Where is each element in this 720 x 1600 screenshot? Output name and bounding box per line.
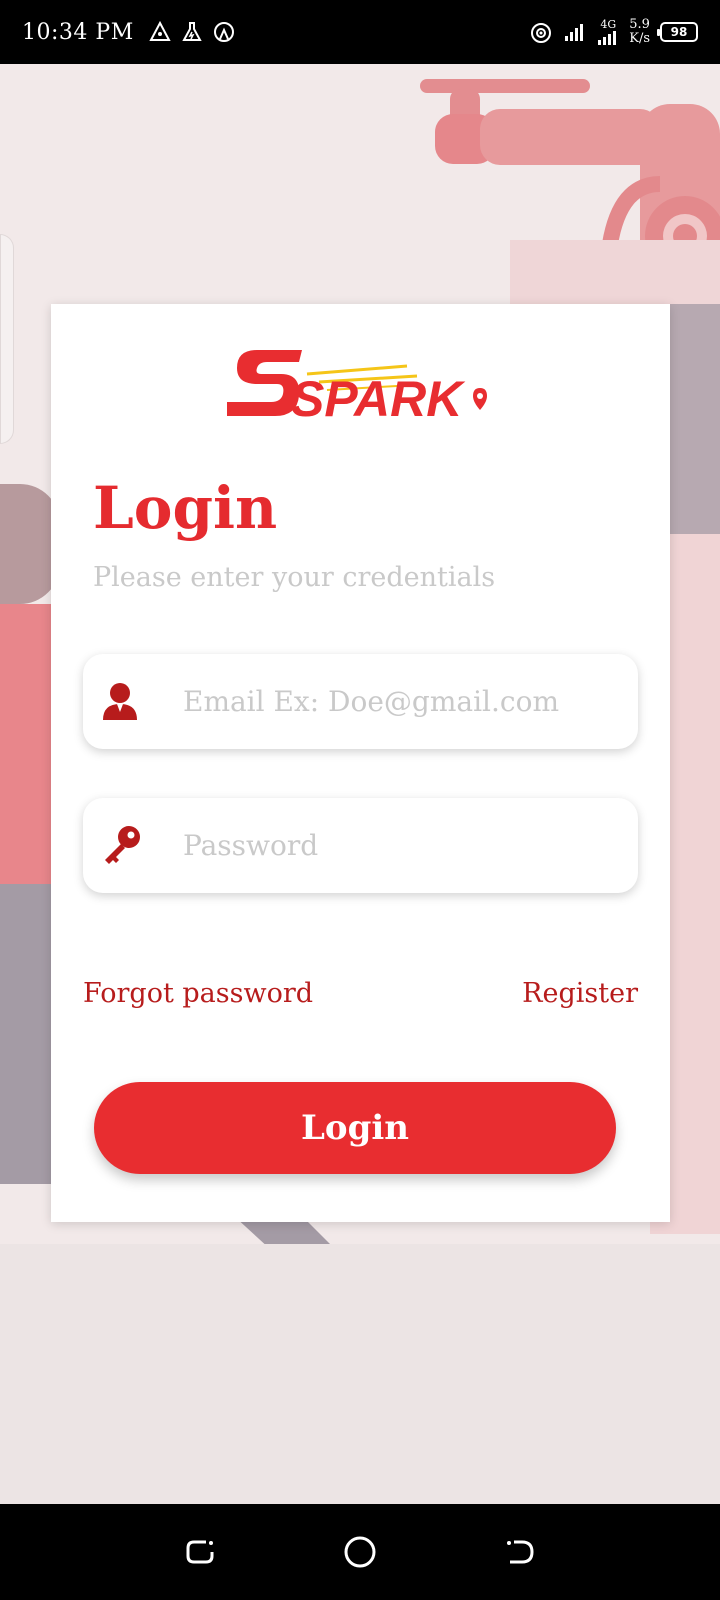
network-type-label: 4G: [600, 17, 617, 31]
flask-icon: [182, 22, 202, 41]
signal-2-icon: [598, 30, 617, 45]
battery-icon: 98: [657, 22, 698, 42]
home-icon: [344, 1536, 376, 1568]
speed-unit: K/s: [629, 31, 650, 46]
network-type: 4G: [597, 19, 619, 46]
email-field[interactable]: [83, 654, 638, 749]
logo-text: SPARK: [291, 371, 466, 427]
key-icon: [105, 826, 140, 864]
wifi-hotspot-icon: [531, 23, 552, 43]
login-subtitle: Please enter your credentials: [93, 562, 496, 593]
status-left: 10:34 PM: [22, 20, 236, 45]
user-icon: [103, 683, 137, 720]
register-link[interactable]: Register: [522, 978, 638, 1009]
password-field[interactable]: [83, 798, 638, 893]
network-speed: 5.9 K/s: [629, 18, 650, 46]
speed-value: 5.9: [629, 17, 650, 32]
email-input[interactable]: [183, 654, 623, 749]
side-panel: [0, 234, 14, 444]
password-input[interactable]: [183, 798, 623, 893]
floor: [0, 1244, 720, 1504]
login-button[interactable]: Login: [94, 1082, 616, 1174]
login-card: SPARK Login Please enter your credential…: [51, 304, 670, 1222]
status-right: 4G 5.9 K/s 98: [529, 18, 698, 46]
recent-apps-button[interactable]: [175, 1527, 225, 1577]
phone-screen: 10:34 PM 4G 5.9 K/s 98 SPARK Login Pleas…: [0, 0, 720, 1600]
back-button[interactable]: [495, 1527, 545, 1577]
back-icon: [507, 1540, 534, 1564]
status-time: 10:34 PM: [22, 19, 134, 45]
triangle-icon: [149, 20, 171, 41]
signal-icon: [565, 24, 584, 41]
spark-logo: SPARK: [227, 350, 487, 427]
hotspot-icon: [213, 22, 234, 42]
navigation-bar: [0, 1504, 720, 1600]
login-title: Login: [93, 474, 278, 542]
notification-icons: [148, 20, 236, 44]
forgot-password-link[interactable]: Forgot password: [83, 978, 313, 1009]
recent-apps-icon: [186, 1540, 214, 1564]
status-bar: 10:34 PM 4G 5.9 K/s 98: [0, 0, 720, 64]
home-button[interactable]: [335, 1527, 385, 1577]
battery-level: 98: [670, 25, 688, 39]
